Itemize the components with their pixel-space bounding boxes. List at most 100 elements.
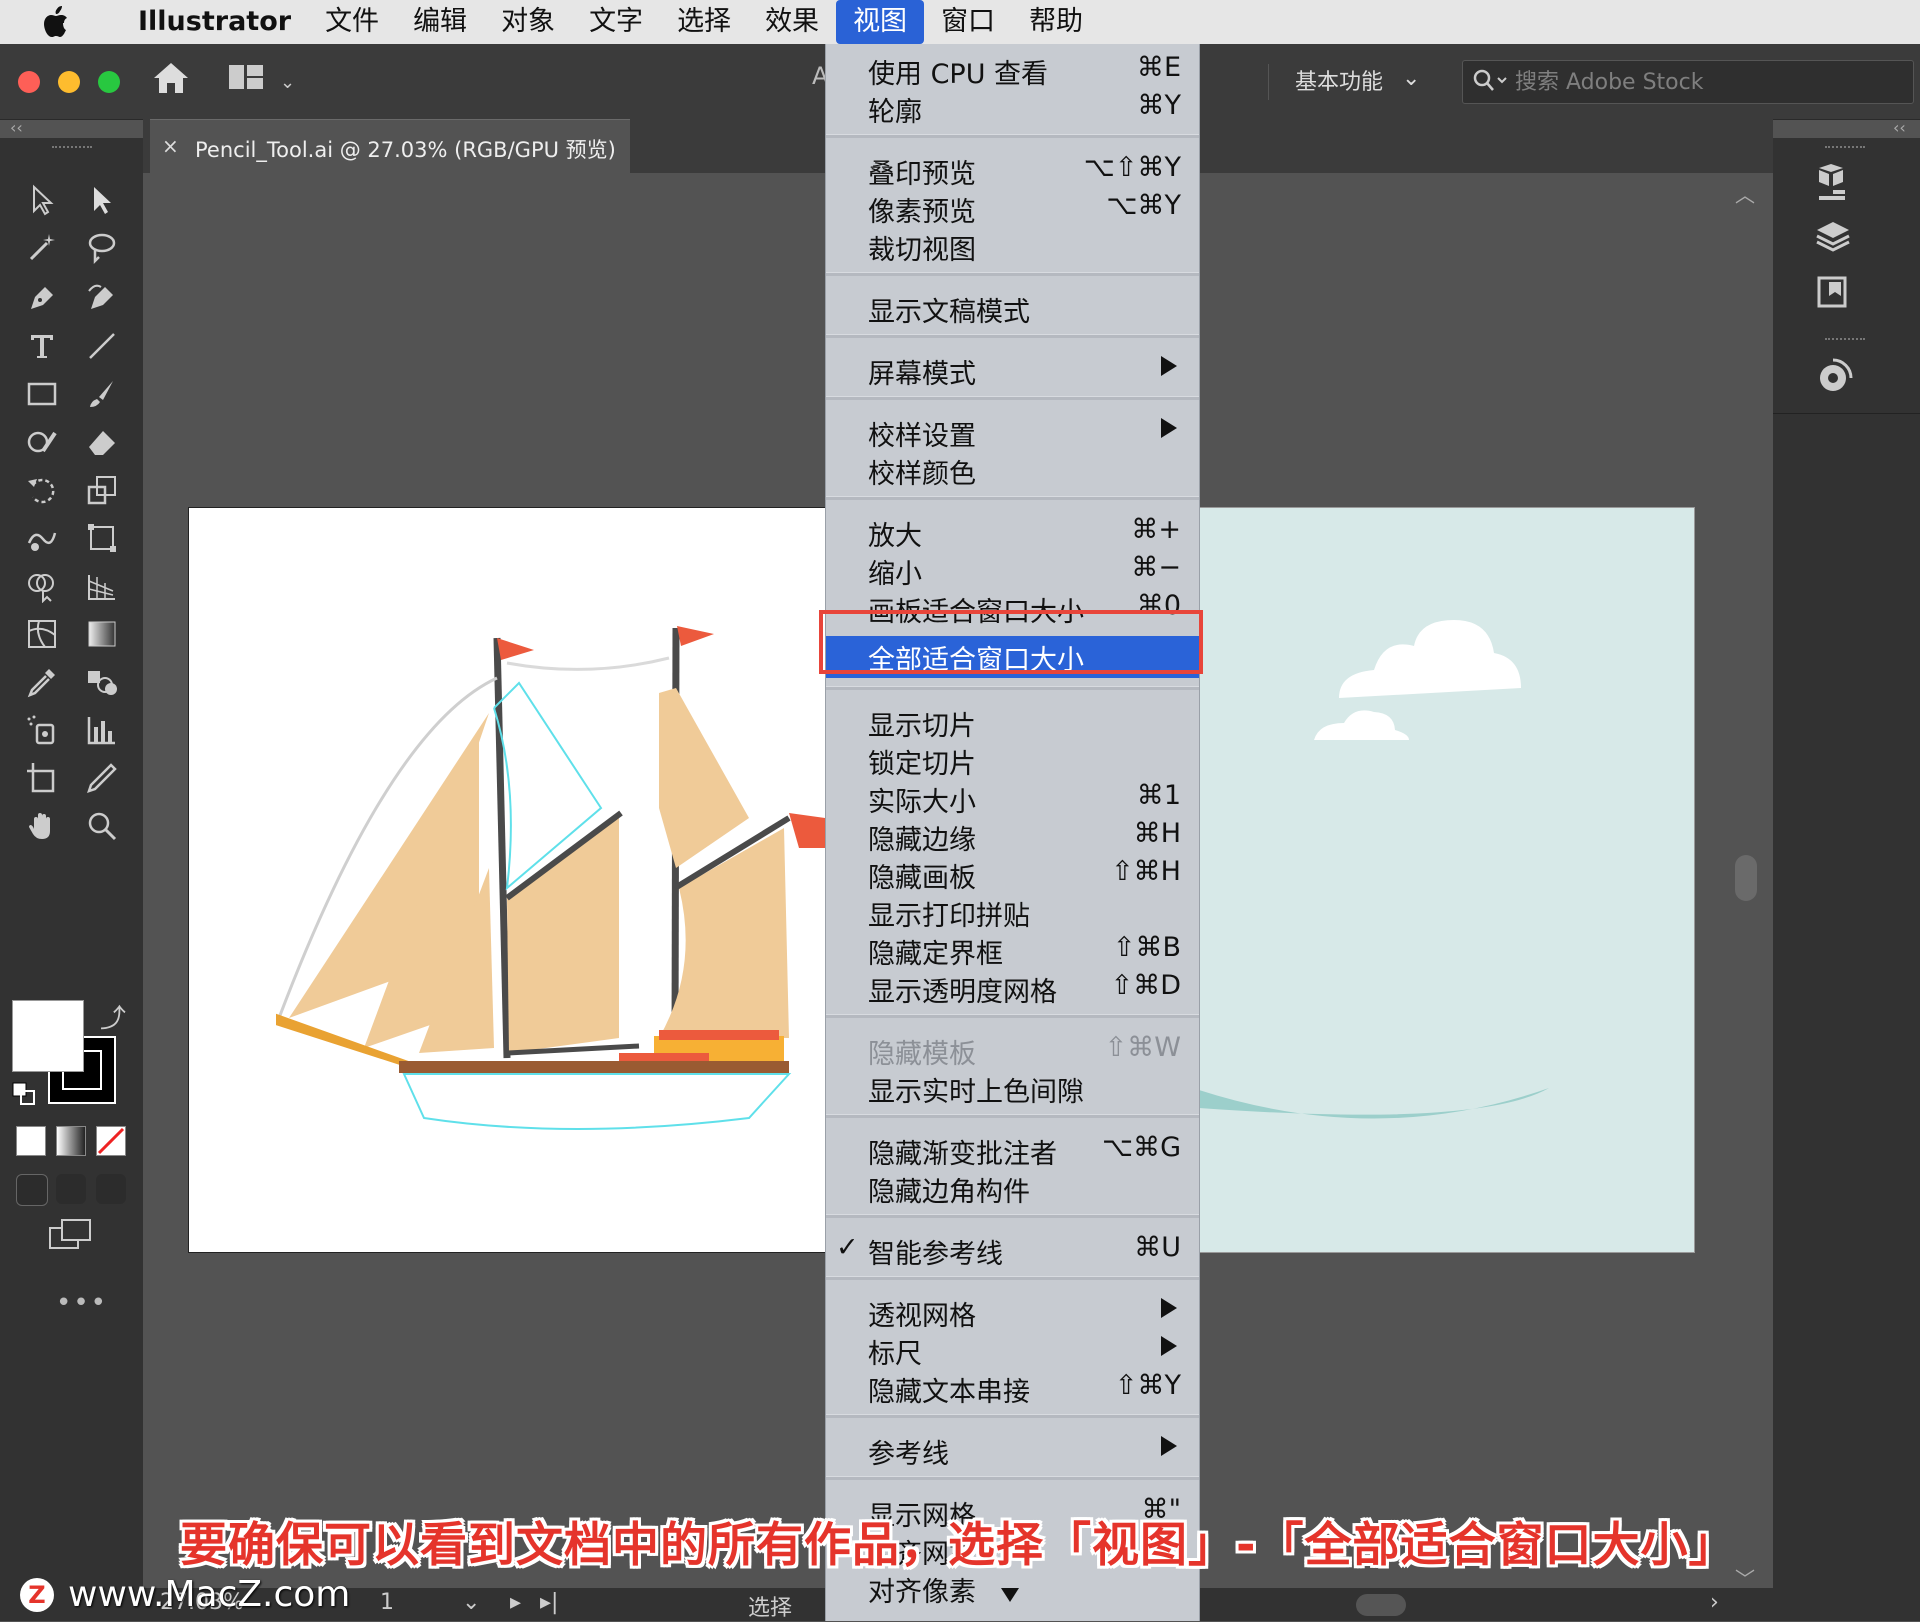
artboard-number[interactable]: 1 <box>380 1590 394 1615</box>
close-tab-icon[interactable]: × <box>162 134 179 158</box>
fill-color-mode-button[interactable] <box>16 1126 46 1156</box>
type-icon[interactable] <box>20 326 64 366</box>
collapse-right-panel-icon[interactable]: ‹‹ <box>1893 118 1906 137</box>
menu-item-7[interactable]: 显示文稿模式 <box>826 288 1199 328</box>
lasso-icon[interactable] <box>80 228 124 268</box>
scroll-right-icon[interactable]: › <box>1710 1590 1719 1615</box>
workspace-switcher[interactable]: 基本功能 <box>1295 64 1383 96</box>
free-transform-icon[interactable] <box>80 518 124 558</box>
eyedropper-icon[interactable] <box>20 662 64 702</box>
menu-window[interactable]: 窗口 <box>924 0 1012 44</box>
menu-item-40[interactable]: 参考线 <box>826 1430 1199 1470</box>
rectangle-icon[interactable] <box>20 374 64 414</box>
menu-item-9[interactable]: 屏幕模式 <box>826 350 1199 390</box>
draw-inside-icon[interactable] <box>96 1174 126 1204</box>
menu-item-25[interactable]: 隐藏定界框 ⇧⌘B <box>826 930 1199 970</box>
screen-mode-icon[interactable] <box>48 1218 94 1252</box>
collapse-left-panel-icon[interactable]: ‹‹ <box>10 118 23 137</box>
minimize-window-button[interactable] <box>58 71 80 93</box>
menu-item-14[interactable]: 放大 ⌘+ <box>826 512 1199 552</box>
menu-item-5[interactable]: 裁切视图 <box>826 226 1199 266</box>
rotate-icon[interactable] <box>20 470 64 510</box>
menu-item-1[interactable]: 轮廓 ⌘Y <box>826 88 1199 128</box>
none-mode-button[interactable] <box>96 1126 126 1156</box>
menu-object[interactable]: 对象 <box>484 0 572 44</box>
default-colors-icon[interactable] <box>12 1082 36 1106</box>
menu-item-23[interactable]: 隐藏画板 ⇧⌘H <box>826 854 1199 894</box>
magic-wand-icon[interactable] <box>20 228 64 268</box>
vertical-scrollbar[interactable]: ︿ ﹀ <box>1735 173 1775 1591</box>
slice-icon[interactable] <box>80 758 124 798</box>
perspective-icon[interactable] <box>80 566 124 606</box>
menu-item-19[interactable]: 显示切片 <box>826 702 1199 742</box>
menu-file[interactable]: 文件 <box>308 0 396 44</box>
menu-item-34[interactable]: ✓ 智能参考线 ⌘U <box>826 1230 1199 1270</box>
menu-item-38[interactable]: 隐藏文本串接 ⇧⌘Y <box>826 1368 1199 1408</box>
menu-item-22[interactable]: 隐藏边缘 ⌘H <box>826 816 1199 856</box>
apple-icon[interactable] <box>40 5 70 39</box>
scroll-up-icon[interactable]: ︿ <box>1735 179 1755 208</box>
menu-item-4[interactable]: 像素预览 ⌥⌘Y <box>826 188 1199 228</box>
next-artboard-icon[interactable]: ▸ <box>510 1590 521 1615</box>
scale-icon[interactable] <box>80 470 124 510</box>
menu-edit[interactable]: 编辑 <box>396 0 484 44</box>
layers-icon[interactable] <box>1811 216 1855 260</box>
menu-item-12[interactable]: 校样颜色 <box>826 450 1199 490</box>
chevron-down-icon[interactable]: ⌄ <box>462 1590 480 1615</box>
last-artboard-icon[interactable]: ▸| <box>540 1590 558 1615</box>
menu-help[interactable]: 帮助 <box>1012 0 1100 44</box>
menu-item-36[interactable]: 透视网格 <box>826 1292 1199 1332</box>
artboard-icon[interactable] <box>20 758 64 798</box>
artboard-sky[interactable] <box>1198 507 1695 1253</box>
layout-icon[interactable] <box>228 64 264 90</box>
menu-item-32[interactable]: 隐藏边角构件 <box>826 1168 1199 1208</box>
home-icon[interactable] <box>152 61 190 95</box>
eraser-icon[interactable] <box>80 422 124 462</box>
horizontal-scroll-thumb[interactable] <box>1356 1594 1406 1616</box>
menu-scroll-down-icon[interactable] <box>1001 1588 1019 1602</box>
selection-tool-icon[interactable] <box>20 180 64 220</box>
menu-item-11[interactable]: 校样设置 <box>826 412 1199 452</box>
menu-item-29[interactable]: 显示实时上色间隙 <box>826 1068 1199 1108</box>
panel-grip[interactable] <box>52 146 92 152</box>
menu-item-20[interactable]: 锁定切片 <box>826 740 1199 780</box>
menu-item-26[interactable]: 显示透明度网格 ⇧⌘D <box>826 968 1199 1008</box>
direct-selection-tool-icon[interactable] <box>80 180 124 220</box>
menu-app-name[interactable]: Illustrator <box>104 0 308 44</box>
menu-view[interactable]: 视图 <box>836 0 925 44</box>
curvature-icon[interactable] <box>80 278 124 318</box>
draw-behind-icon[interactable] <box>56 1174 86 1204</box>
chevron-down-icon[interactable]: ⌄ <box>280 72 295 93</box>
pen-icon[interactable] <box>20 278 64 318</box>
menu-item-24[interactable]: 显示打印拼贴 <box>826 892 1199 932</box>
shape-builder-icon[interactable] <box>20 566 64 606</box>
fill-color-swatch[interactable] <box>12 1000 84 1072</box>
more-tools-icon[interactable]: ••• <box>56 1288 108 1318</box>
chevron-down-icon[interactable]: ⌄ <box>1402 66 1420 91</box>
properties-icon[interactable] <box>1811 160 1855 204</box>
menu-item-0[interactable]: 使用 CPU 查看 ⌘E <box>826 50 1199 90</box>
paintbrush-icon[interactable] <box>80 374 124 414</box>
document-tab[interactable]: × Pencil_Tool.ai @ 27.03% (RGB/GPU 预览) <box>150 119 630 174</box>
menu-item-37[interactable]: 标尺 <box>826 1330 1199 1370</box>
color-themes-icon[interactable] <box>1811 356 1855 400</box>
scroll-thumb[interactable] <box>1735 855 1757 901</box>
symbol-sprayer-icon[interactable] <box>20 710 64 750</box>
libraries-icon[interactable] <box>1811 270 1855 314</box>
panel-grip[interactable] <box>1825 146 1865 148</box>
menu-effect[interactable]: 效果 <box>748 0 836 44</box>
menu-item-3[interactable]: 叠印预览 ⌥⇧⌘Y <box>826 150 1199 190</box>
mesh-icon[interactable] <box>20 614 64 654</box>
close-window-button[interactable] <box>18 71 40 93</box>
line-icon[interactable] <box>80 326 124 366</box>
menu-item-31[interactable]: 隐藏渐变批注者 ⌥⌘G <box>826 1130 1199 1170</box>
menu-select[interactable]: 选择 <box>660 0 748 44</box>
menu-item-15[interactable]: 缩小 ⌘− <box>826 550 1199 590</box>
stock-search[interactable] <box>1462 60 1914 104</box>
draw-normal-icon[interactable] <box>16 1174 48 1206</box>
swap-fill-stroke-icon[interactable]: ⤴ <box>100 998 126 1035</box>
graph-icon[interactable] <box>80 710 124 750</box>
shaper-icon[interactable] <box>20 422 64 462</box>
warp-icon[interactable] <box>20 518 64 558</box>
panel-grip[interactable] <box>1825 338 1865 340</box>
